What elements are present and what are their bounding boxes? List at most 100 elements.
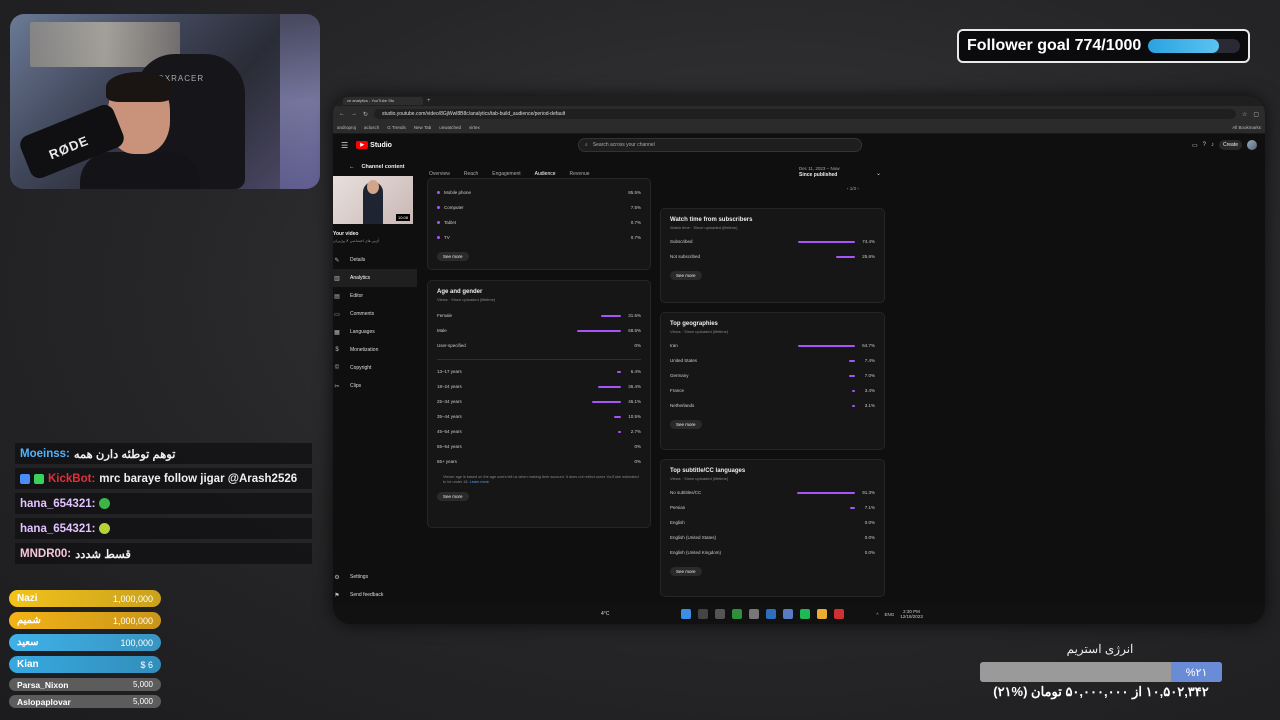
donor-amount: 5,000	[132, 697, 153, 706]
extensions-icon[interactable]: ▢	[1253, 111, 1259, 118]
chrome-icon[interactable]	[817, 609, 828, 619]
new-tab-icon[interactable]: +	[427, 98, 431, 104]
donor-name: Parsa_Nixon	[17, 679, 69, 690]
sidebar-item-clips[interactable]: ✂ Clips	[333, 377, 417, 395]
app-icon[interactable]	[783, 609, 794, 619]
next-page-icon[interactable]: ›	[857, 186, 859, 191]
metric-row: Germany 7.0%	[670, 368, 875, 383]
row-value: 3.1%	[864, 403, 875, 408]
sidebar-item-feedback[interactable]: ⚑ Send feedback	[333, 586, 383, 604]
metric-row: No subtitles/CC 91.3%	[670, 485, 875, 500]
card-subtitle: Views · Since uploaded (lifetime)	[437, 297, 496, 302]
bookmark-item[interactable]: New Tab	[414, 125, 431, 130]
app-icon[interactable]	[766, 609, 777, 619]
youtube-play-icon: ▶	[356, 141, 369, 149]
energy-title: انرژی استریم	[1066, 642, 1134, 656]
row-value: 0.0%	[864, 520, 875, 525]
donor-amount: 100,000	[120, 637, 153, 648]
row-label: Netherlands	[670, 403, 695, 408]
see-more-button[interactable]: See more	[670, 271, 702, 280]
card-subtitle: Watch time · Since uploaded (lifetime)	[670, 225, 738, 230]
video-thumbnail[interactable]: 10:08	[333, 176, 413, 224]
bookmark-item[interactable]: unwatched	[439, 125, 461, 130]
learn-more-link[interactable]: Learn more	[470, 480, 489, 484]
bookmark-item[interactable]: androproj	[337, 125, 356, 130]
device-row: Computer 7.5%	[437, 200, 641, 215]
card-title: Top subtitle/CC languages	[670, 468, 746, 474]
notifications-icon[interactable]: ♪	[1211, 142, 1214, 148]
row-bar	[796, 491, 855, 494]
metric-row: Netherlands 3.1%	[670, 398, 875, 413]
row-value: 0%	[634, 343, 641, 348]
prev-page-icon[interactable]: ‹	[847, 186, 849, 191]
row-value: 6.4%	[630, 369, 641, 374]
spotify-icon[interactable]	[800, 609, 811, 619]
chat-username: hana_654321:	[20, 522, 96, 535]
see-more-button[interactable]: See more	[437, 492, 469, 501]
see-more-button[interactable]: See more	[437, 252, 469, 261]
sidebar-item-monetization[interactable]: $ Monetization	[333, 341, 417, 359]
language-indicator[interactable]: ENG	[885, 612, 895, 617]
account-avatar[interactable]	[1247, 140, 1257, 150]
weather-widget[interactable]: 4°C	[601, 611, 609, 617]
chat-text: توهم توطئه دارن همه	[73, 448, 176, 461]
back-icon[interactable]: ←	[339, 111, 345, 117]
row-label: English (United Kingdom)	[670, 550, 722, 555]
task-view-icon[interactable]	[715, 609, 726, 619]
studio-logo[interactable]: ▶ Studio	[356, 141, 392, 149]
bookmark-star-icon[interactable]: ☆	[1242, 111, 1247, 118]
create-button[interactable]: Create	[1218, 140, 1242, 150]
browser-tab[interactable]: ce analytics - YouTube Stu	[343, 97, 423, 105]
see-more-button[interactable]: See more	[670, 420, 702, 429]
forward-icon[interactable]: →	[351, 111, 357, 117]
bookmark-item[interactable]: virtex	[469, 125, 480, 130]
help-icon[interactable]: ?	[1203, 142, 1206, 148]
row-value: 0.0%	[864, 535, 875, 540]
row-bar	[597, 385, 621, 388]
sidebar-item-settings[interactable]: ⚙ Settings	[333, 568, 383, 586]
row-bar	[835, 255, 855, 258]
reload-icon[interactable]: ↻	[363, 111, 368, 118]
copyright-icon: ©	[334, 365, 340, 371]
channel-content-link[interactable]: ← Channel content	[333, 156, 417, 170]
date-range-selector[interactable]: Dec 11, 2023 – Now Since published ⌄	[799, 166, 881, 178]
chevron-down-icon: ⌄	[875, 171, 881, 177]
feedback-icon: ⚑	[334, 592, 340, 599]
studio-search-input[interactable]: ⌕ Search across your channel	[577, 138, 862, 152]
sidebar-item-editor[interactable]: ▤ Editor	[333, 287, 417, 305]
sidebar-item-copyright[interactable]: © Copyright	[333, 359, 417, 377]
analytics-icon: ▥	[334, 275, 340, 282]
row-label: TV	[437, 235, 625, 240]
row-label: Subscribed	[670, 239, 693, 244]
clock[interactable]: 2:30 PM 12/18/2023	[900, 609, 923, 619]
energy-bar: %۲۱	[980, 662, 1222, 682]
search-icon[interactable]	[698, 609, 709, 619]
sidebar-item-label: Languages	[350, 329, 375, 335]
donor-row: Parsa_Nixon 5,000	[9, 678, 161, 691]
row-bar	[616, 370, 621, 373]
video-title: آی‌پی های اختصاصی ✗ وی‌پی‌ان	[333, 239, 380, 243]
age-gender-card: Age and gender Views · Since uploaded (l…	[427, 280, 651, 528]
subtitles-icon[interactable]: ▭	[1192, 142, 1198, 149]
tray-chevron-icon[interactable]: ^	[876, 612, 878, 617]
app-icon[interactable]	[749, 609, 760, 619]
bullet-icon	[437, 221, 440, 225]
app-icon[interactable]	[834, 609, 845, 619]
bookmark-item[interactable]: aclusch	[364, 125, 379, 130]
sidebar-item-languages[interactable]: ▦ Languages	[333, 323, 417, 341]
metric-row: User-specified 0%	[437, 338, 641, 353]
menu-icon[interactable]: ☰	[341, 141, 348, 150]
start-icon[interactable]	[681, 609, 692, 619]
sidebar-item-analytics[interactable]: ▥ Analytics	[333, 269, 417, 287]
address-bar[interactable]: studio.youtube.com/video/8GjWwl8B8c/anal…	[374, 109, 1236, 119]
metric-row: 55–64 years 0%	[437, 439, 641, 454]
row-value: 0%	[634, 444, 641, 449]
see-more-button[interactable]: See more	[670, 567, 702, 576]
sidebar-item-details[interactable]: ✎ Details	[333, 251, 417, 269]
row-label-text: Tablet	[444, 220, 457, 225]
app-icon[interactable]	[732, 609, 743, 619]
row-label: Germany	[670, 373, 689, 378]
all-bookmarks[interactable]: All Bookmarks	[1232, 125, 1261, 130]
bookmark-item[interactable]: G Trends	[387, 125, 406, 130]
sidebar-item-comments[interactable]: ▭ Comments	[333, 305, 417, 323]
